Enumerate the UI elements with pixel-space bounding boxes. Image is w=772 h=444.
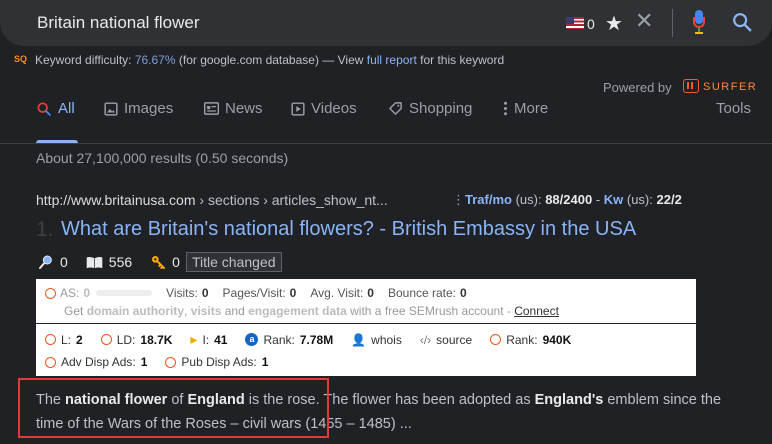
code-icon: ‹/›: [419, 332, 432, 347]
tab-label: News: [225, 100, 263, 117]
annotation-highlight-box: [18, 378, 329, 438]
user-icon: 👤: [351, 332, 367, 347]
book-count: 556: [108, 254, 133, 270]
tab-label: More: [514, 100, 549, 117]
newspaper-icon: [204, 102, 219, 115]
result-number: 1.: [36, 218, 54, 241]
difficulty-value: 76.67%: [134, 53, 176, 67]
kebab-icon: ⋮: [452, 192, 465, 207]
us-flag-icon[interactable]: [566, 17, 584, 29]
search-count: 0: [60, 254, 68, 270]
microphone-icon[interactable]: [693, 10, 705, 36]
book-icon: [86, 256, 103, 268]
whois-link[interactable]: whois: [371, 333, 402, 347]
surfer-brand[interactable]: SURFER: [703, 81, 757, 93]
tab-shopping[interactable]: Shopping: [388, 100, 472, 117]
search-icon[interactable]: [731, 11, 753, 33]
semrush-icon: [45, 287, 56, 299]
seo-row-1: L: 2 LD: 18.7K ▸ I: 41 a Rank: 7.78M 👤 whois ‹/…: [45, 331, 571, 348]
search-icon: [37, 102, 51, 116]
tag-icon: [389, 102, 402, 115]
tab-more[interactable]: More: [503, 100, 548, 117]
result-url[interactable]: http://www.britainusa.com › sections › a…: [36, 192, 388, 208]
tab-news[interactable]: News: [204, 100, 263, 117]
full-report-link[interactable]: full report: [367, 53, 417, 67]
result-stats: About 27,100,000 results (0.50 seconds): [36, 150, 289, 166]
tab-videos[interactable]: Videos: [291, 100, 357, 117]
breadcrumb: › sections › articles_show_nt...: [195, 192, 388, 208]
authority-bar: [96, 290, 153, 296]
semrush-icon: [490, 334, 502, 345]
title-changed-badge: Title changed: [185, 252, 282, 272]
star-icon[interactable]: ★: [605, 11, 623, 36]
search-input[interactable]: Britain national flower: [37, 13, 200, 33]
divider: [0, 143, 772, 144]
seo-row-2: Adv Disp Ads: 1 Pub Disp Ads: 1: [45, 355, 268, 369]
result-metrics: 0 556 0 Title changed: [38, 252, 282, 272]
surfer-logo-icon: [683, 79, 699, 93]
connect-link[interactable]: Connect: [514, 304, 559, 318]
result-title-link[interactable]: What are Britain's national flowers? - B…: [61, 218, 636, 241]
tab-label: All: [58, 100, 75, 117]
tab-all[interactable]: All: [36, 100, 75, 117]
tab-label: Videos: [311, 100, 357, 117]
clear-icon[interactable]: ✕: [635, 8, 653, 34]
play-icon: [291, 101, 305, 116]
divider: [672, 9, 673, 37]
tab-images[interactable]: Images: [104, 100, 173, 117]
source-link[interactable]: source: [436, 333, 472, 347]
semrush-icon: [45, 334, 56, 345]
bing-icon: ▸: [190, 331, 198, 347]
key-icon: [152, 256, 166, 269]
keyword-difficulty: Keyword difficulty: 76.67% (for google.c…: [35, 53, 505, 67]
semrush-icon: [45, 356, 56, 368]
flag-count: 0: [587, 16, 595, 32]
alexa-icon: a: [245, 333, 259, 346]
tab-label: Shopping: [409, 100, 473, 117]
image-icon: [104, 101, 118, 116]
semrush-icon: [165, 356, 177, 368]
kebab-icon: [504, 101, 507, 116]
semrush-logo: SQ: [14, 54, 28, 64]
key-count: 0: [172, 254, 180, 270]
tab-label: Images: [124, 100, 174, 117]
traffic-info: ⋮Traf/mo (us): 88/2400 - Kw (us): 22/2: [452, 192, 682, 207]
semrush-metrics: AS: 0 Visits: 0 Pages/Visit: 0 Avg. Visit: 0…: [45, 286, 467, 300]
tools-button[interactable]: Tools: [716, 100, 751, 117]
magnifier-icon: [39, 255, 52, 269]
semrush-promo: Get domain authority, visits and engagem…: [64, 304, 559, 318]
powered-by-label: Powered by: [603, 80, 672, 95]
semrush-icon: [100, 334, 112, 345]
